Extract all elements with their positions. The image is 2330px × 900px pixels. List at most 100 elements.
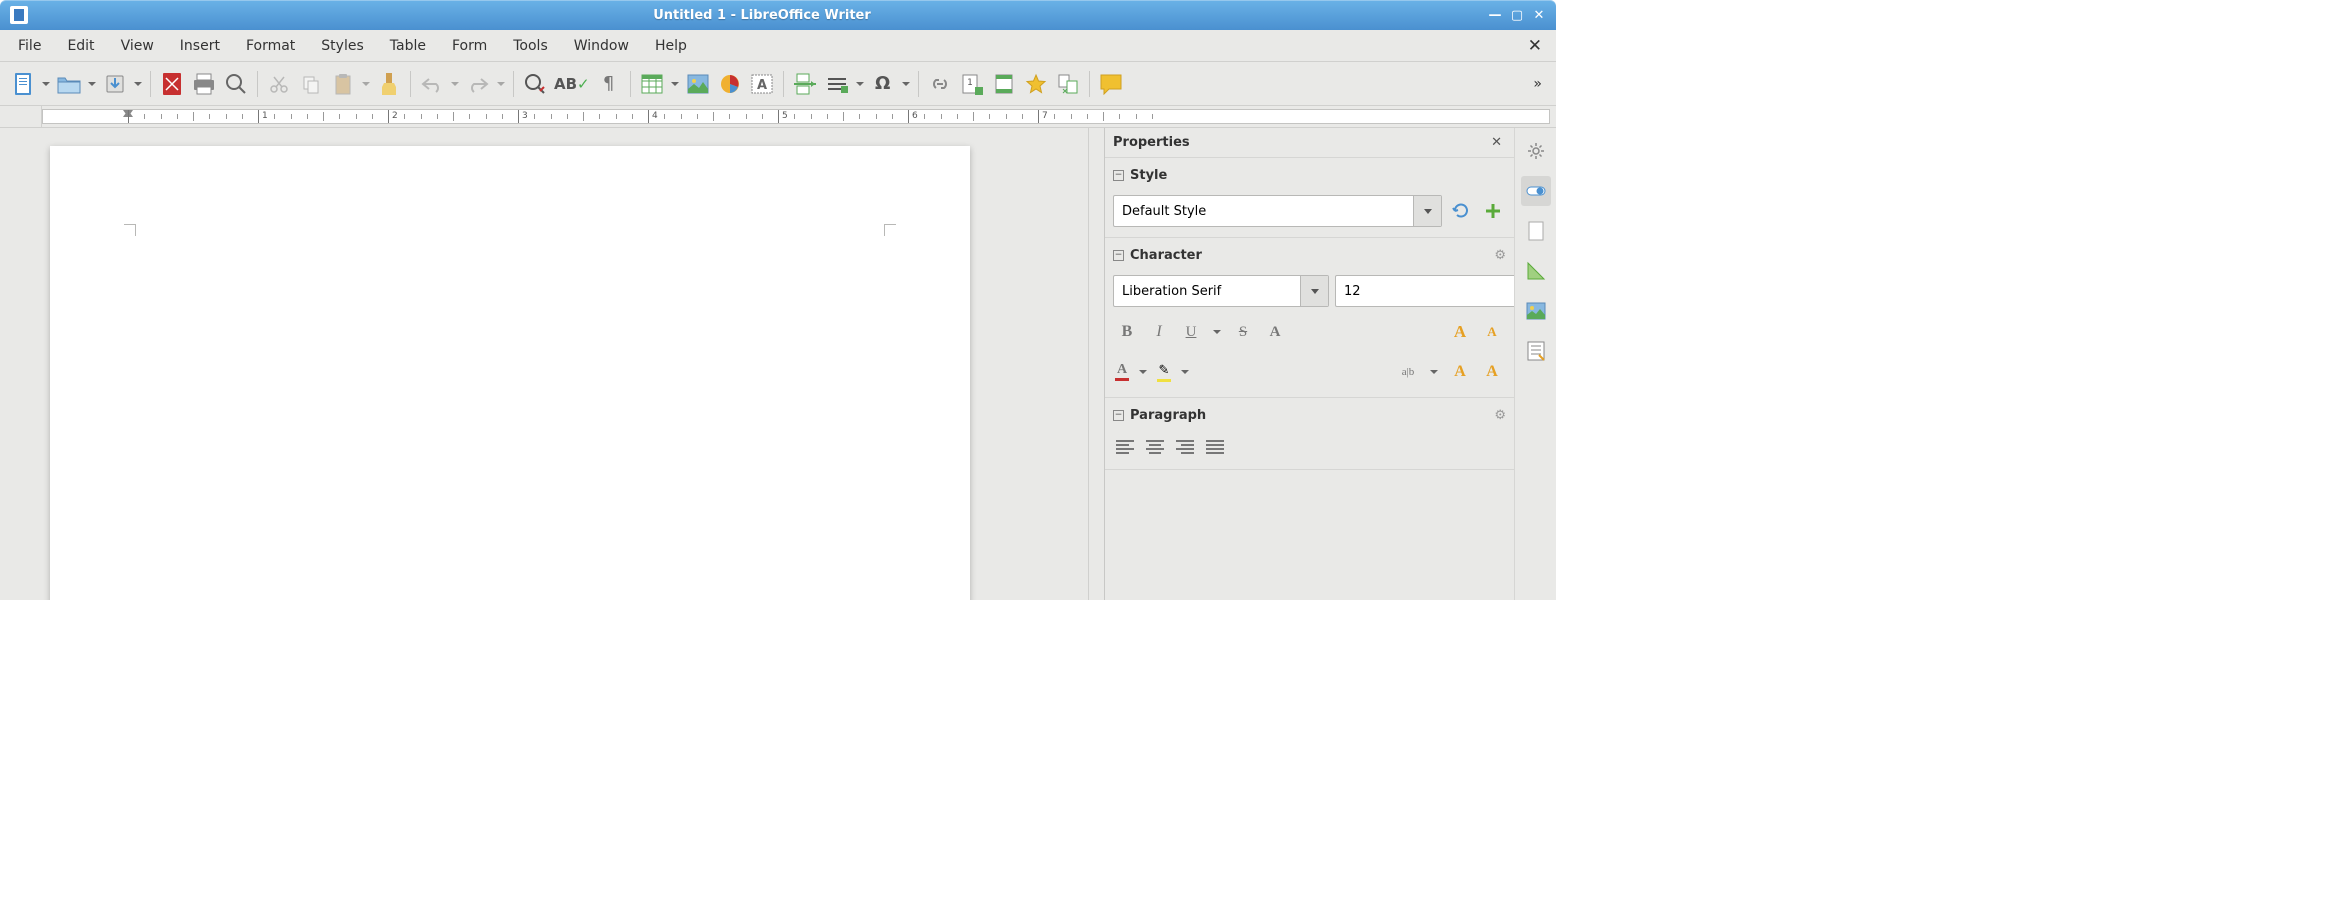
save-dropdown[interactable] [132,69,144,99]
menu-edit[interactable]: Edit [55,34,106,58]
font-name-input[interactable] [1114,276,1300,306]
section-more-button[interactable]: ⚙ [1494,408,1506,423]
highlight-color-dropdown[interactable] [1179,357,1191,387]
spellcheck-button[interactable]: AB✓ [552,69,592,99]
italic-button[interactable]: I [1147,320,1171,344]
collapse-toggle[interactable]: − [1113,410,1124,421]
find-replace-button[interactable] [520,69,550,99]
insert-hyperlink-button[interactable] [925,69,955,99]
insert-table-dropdown[interactable] [669,69,681,99]
print-button[interactable] [189,69,219,99]
menu-format[interactable]: Format [234,34,307,58]
insert-field-button[interactable] [822,69,852,99]
clone-formatting-button[interactable] [374,69,404,99]
toolbar-separator [1089,71,1090,97]
new-style-button[interactable] [1480,198,1506,224]
update-style-button[interactable] [1448,198,1474,224]
insert-comment-button[interactable] [1096,69,1126,99]
insert-cross-reference-button[interactable] [1053,69,1083,99]
menu-window[interactable]: Window [562,34,641,58]
sidebar-tab-gallery[interactable] [1521,296,1551,326]
highlight-color-button[interactable]: ✎ [1157,363,1171,382]
horizontal-ruler[interactable]: 1234567 [42,109,1550,124]
redo-dropdown[interactable] [495,69,507,99]
menu-file[interactable]: File [6,34,53,58]
new-document-dropdown[interactable] [40,69,52,99]
increase-size-button[interactable]: A [1448,320,1472,344]
vertical-scrollbar[interactable] [1088,128,1104,600]
insert-image-button[interactable] [683,69,713,99]
sidebar-close-button[interactable]: ✕ [1487,133,1506,152]
shadow-button[interactable]: A [1263,320,1287,344]
decrease-size-button[interactable]: A [1480,320,1504,344]
insert-textbox-button[interactable]: A [747,69,777,99]
strikethrough-button[interactable]: S [1231,320,1255,344]
sidebar-tab-properties[interactable] [1521,176,1551,206]
cut-button[interactable] [264,69,294,99]
pdf-icon [162,72,182,96]
window-maximize-button[interactable]: ▢ [1510,8,1524,22]
sidebar-tab-navigator[interactable] [1521,336,1551,366]
insert-page-break-button[interactable] [790,69,820,99]
toolbar-overflow-button[interactable]: » [1527,76,1548,92]
font-name-combo[interactable] [1113,275,1329,307]
font-name-dropdown[interactable] [1300,276,1328,306]
window-close-button[interactable]: ✕ [1532,8,1546,22]
menu-tools[interactable]: Tools [501,34,560,58]
insert-footnote-button[interactable]: 1 [957,69,987,99]
sidebar-tab-styles[interactable] [1521,256,1551,286]
subscript-button[interactable]: A [1480,360,1504,384]
undo-button[interactable] [417,69,447,99]
insert-special-char-button[interactable]: Ω [868,69,898,99]
insert-chart-button[interactable] [715,69,745,99]
align-left-button[interactable] [1113,435,1137,459]
insert-field-dropdown[interactable] [854,69,866,99]
collapse-toggle[interactable]: − [1113,170,1124,181]
menu-form[interactable]: Form [440,34,499,58]
font-color-dropdown[interactable] [1137,357,1149,387]
print-preview-button[interactable] [221,69,251,99]
close-document-button[interactable]: ✕ [1520,34,1550,58]
menu-help[interactable]: Help [643,34,699,58]
undo-dropdown[interactable] [449,69,461,99]
character-spacing-dropdown[interactable] [1428,357,1440,387]
paragraph-style-combo[interactable] [1113,195,1442,227]
align-justify-button[interactable] [1203,435,1227,459]
formatting-marks-button[interactable]: ¶ [594,69,624,99]
paste-dropdown[interactable] [360,69,372,99]
underline-dropdown[interactable] [1211,317,1223,347]
redo-button[interactable] [463,69,493,99]
document-area[interactable] [0,128,1088,600]
menu-styles[interactable]: Styles [309,34,375,58]
menu-view[interactable]: View [109,34,166,58]
superscript-button[interactable]: A [1448,360,1472,384]
new-document-button[interactable] [8,69,38,99]
section-more-button[interactable]: ⚙ [1494,248,1506,263]
menu-table[interactable]: Table [378,34,438,58]
align-center-button[interactable] [1143,435,1167,459]
insert-table-button[interactable] [637,69,667,99]
font-size-input[interactable] [1336,276,1522,306]
font-color-button[interactable]: A [1115,363,1129,381]
insert-bookmark-button[interactable] [1021,69,1051,99]
paste-button[interactable] [328,69,358,99]
export-pdf-button[interactable] [157,69,187,99]
character-spacing-button[interactable]: a|b [1396,360,1420,384]
sidebar-settings-button[interactable] [1521,136,1551,166]
paragraph-style-dropdown[interactable] [1413,196,1441,226]
menu-insert[interactable]: Insert [168,34,232,58]
open-dropdown[interactable] [86,69,98,99]
align-right-button[interactable] [1173,435,1197,459]
collapse-toggle[interactable]: − [1113,250,1124,261]
window-minimize-button[interactable]: — [1488,8,1502,22]
insert-header-footer-button[interactable] [989,69,1019,99]
underline-button[interactable]: U [1179,320,1203,344]
document-page[interactable] [50,146,970,600]
sidebar-tab-page[interactable] [1521,216,1551,246]
open-button[interactable] [54,69,84,99]
paragraph-style-input[interactable] [1114,196,1413,226]
copy-button[interactable] [296,69,326,99]
save-button[interactable] [100,69,130,99]
insert-special-char-dropdown[interactable] [900,69,912,99]
bold-button[interactable]: B [1115,320,1139,344]
